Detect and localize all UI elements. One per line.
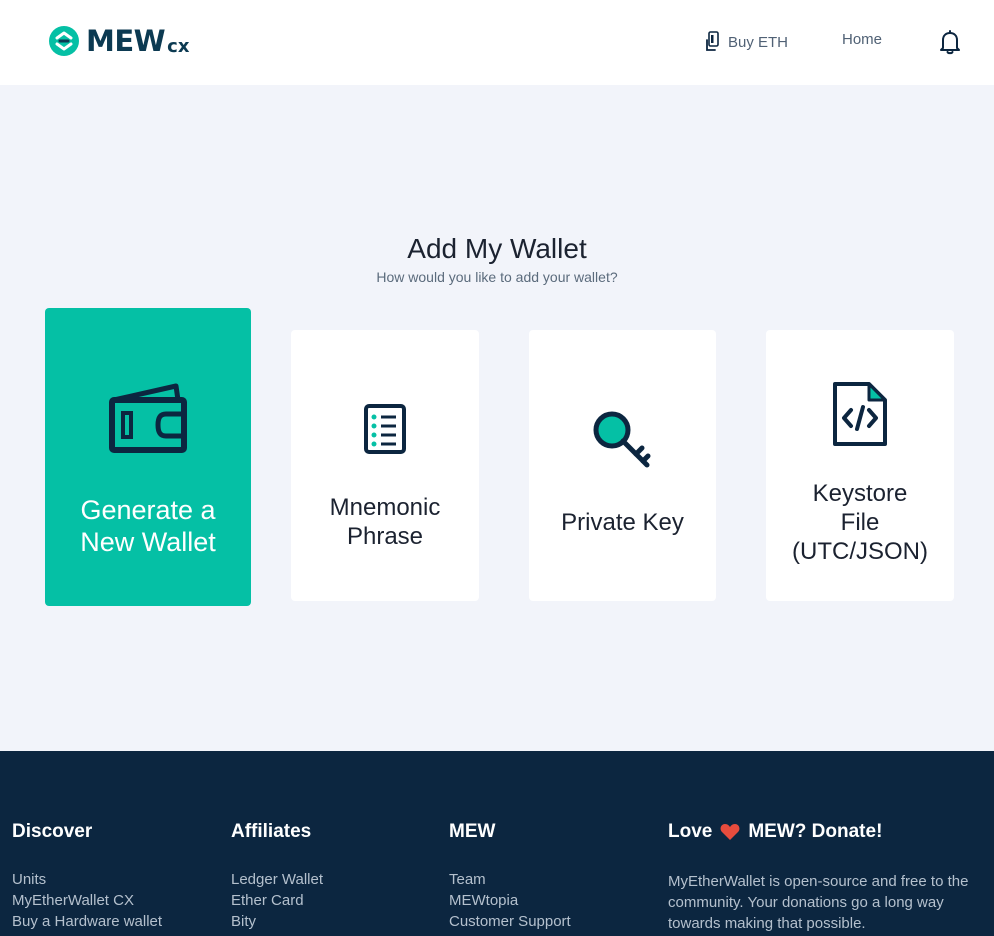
mewcx-logo[interactable]: MEW cx [48, 24, 189, 58]
page-title: Add My Wallet [407, 233, 587, 264]
generate-line2: New Wallet [80, 527, 216, 558]
mnemonic-phrase-card[interactable]: Mnemonic Phrase [291, 330, 479, 601]
buy-eth-label: Buy ETH [728, 33, 789, 51]
bell-icon[interactable] [938, 29, 962, 55]
logo-text: MEW [86, 24, 166, 58]
footer-link-ledger[interactable]: Ledger Wallet [231, 869, 323, 890]
footer-link-units[interactable]: Units [12, 869, 162, 890]
mnemonic-list-icon [364, 404, 406, 454]
donate-heading-rest: MEW? Donate! [748, 821, 883, 842]
footer-link-ether-card[interactable]: Ether Card [231, 890, 323, 911]
donate-heading-love: Love [668, 821, 713, 842]
wallet-icon [109, 383, 187, 453]
home-link[interactable]: Home [842, 31, 882, 48]
footer-donate-heading: Love MEW? Donate! [668, 821, 993, 843]
footer-mew-heading: MEW [449, 821, 496, 842]
footer-link-mewtopia[interactable]: MEWtopia [449, 890, 571, 911]
footer-link-customer-support[interactable]: Customer Support [449, 911, 571, 932]
logo-suffix: cx [167, 35, 190, 57]
footer-discover: Discover Units MyEtherWallet CX Buy a Ha… [12, 821, 162, 932]
code-file-icon [833, 382, 887, 446]
private-key-card[interactable]: Private Key [529, 330, 716, 601]
private-key-label: Private Key [561, 509, 684, 536]
footer-link-team[interactable]: Team [449, 869, 571, 890]
keystore-line2: File [840, 508, 880, 536]
footer-mew: MEW Team MEWtopia Customer Support [449, 821, 571, 932]
footer-link-mew-cx[interactable]: MyEtherWallet CX [12, 890, 162, 911]
mnemonic-line2: Phrase [346, 522, 424, 550]
card-hand-icon [706, 31, 719, 51]
footer-link-bity[interactable]: Bity [231, 911, 323, 932]
footer-discover-heading: Discover [12, 821, 93, 842]
footer: Discover Units MyEtherWallet CX Buy a Ha… [0, 751, 994, 936]
donate-description: MyEtherWallet is open-source and free to… [668, 873, 969, 932]
footer-donate: Love MEW? Donate! MyEtherWallet is open-… [668, 821, 993, 934]
keystore-line1: Keystore [812, 480, 908, 507]
key-icon [593, 411, 650, 468]
footer-affiliates-heading: Affiliates [231, 821, 312, 842]
mnemonic-line1: Mnemonic [329, 494, 441, 521]
footer-link-hardware-wallet[interactable]: Buy a Hardware wallet [12, 911, 162, 932]
footer-affiliates: Affiliates Ledger Wallet Ether Card Bity [231, 821, 323, 932]
page-subtitle: How would you like to add your wallet? [376, 269, 618, 285]
keystore-file-card[interactable]: Keystore File (UTC/JSON) [766, 330, 954, 601]
top-header: MEW cx Buy ETH Home [0, 0, 994, 85]
generate-line1: Generate a [80, 495, 216, 525]
buy-eth-link[interactable]: Buy ETH [705, 30, 788, 54]
mew-logo-icon [49, 26, 79, 56]
generate-new-wallet-card[interactable]: Generate a New Wallet [45, 308, 251, 606]
keystore-line3: (UTC/JSON) [792, 537, 928, 565]
heart-icon [720, 824, 740, 840]
